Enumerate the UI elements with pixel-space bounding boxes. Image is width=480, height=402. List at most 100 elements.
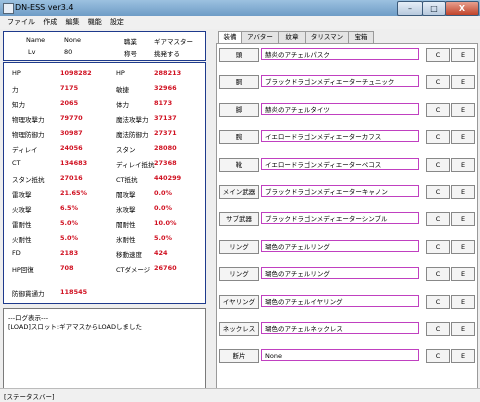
stat-value: 26760 (154, 264, 177, 272)
c-button[interactable]: C (426, 130, 450, 145)
item-field[interactable]: ブラックドラゴンメディエーターチュニック (261, 75, 419, 88)
slot-label: リング (219, 267, 259, 282)
tab-treasure[interactable]: 宝箱 (348, 31, 374, 43)
stat-label: 闇攻撃 (116, 191, 136, 199)
stat-value: 5.0% (60, 219, 79, 227)
stat-value: 424 (154, 249, 168, 257)
menu-function[interactable]: 機能 (85, 16, 105, 29)
pierce-label: 防御貫通力 (12, 290, 45, 298)
stat-label: 移動速度 (116, 251, 142, 259)
stat-label: 物理攻撃力 (12, 116, 45, 124)
stat-value: 440299 (154, 174, 182, 182)
profile-panel: Name None 職業 ギアマスター Lv 80 称号 挑発する (3, 31, 206, 61)
maximize-button[interactable]: □ (422, 1, 446, 16)
minimize-button[interactable]: – (397, 1, 423, 16)
stat-label: 雷攻撃 (12, 191, 32, 199)
menu-bar: ファイル 作成 編集 機能 設定 (0, 16, 480, 30)
stat-label: CTダメージ (116, 266, 151, 274)
item-field[interactable]: イエロードラゴンメディエーターカフス (261, 130, 419, 143)
stat-label: 闇耐性 (116, 221, 136, 229)
stat-label: 敏捷 (116, 86, 129, 94)
c-button[interactable]: C (426, 322, 450, 336)
close-button[interactable]: X (445, 1, 479, 16)
stat-label: 魔法攻撃力 (116, 116, 149, 124)
stat-value: 7175 (60, 84, 79, 92)
item-field[interactable]: None (261, 349, 419, 362)
e-button[interactable]: E (451, 157, 475, 172)
e-button[interactable]: E (451, 75, 475, 90)
stat-label: 知力 (12, 101, 25, 109)
e-button[interactable]: E (451, 267, 475, 282)
stat-value: 134683 (60, 159, 88, 167)
item-field[interactable]: 赫炎のアチェルタイツ (261, 102, 419, 115)
title-bar: DN-ESS ver3.4 – □ X (0, 0, 480, 16)
stat-value: 708 (60, 264, 74, 272)
stat-value: 24056 (60, 144, 83, 152)
title-value: 挑発する (154, 50, 180, 58)
slot-label: サブ武器 (219, 212, 259, 227)
c-button[interactable]: C (426, 212, 450, 227)
item-field[interactable]: 赫炎のアチェルパスク (261, 48, 419, 60)
menu-edit[interactable]: 編集 (62, 16, 82, 29)
status-text: [ステータスバー] (4, 393, 55, 401)
menu-create[interactable]: 作成 (40, 16, 60, 29)
item-field[interactable]: 瑚色のアチェルリング (261, 239, 419, 252)
stat-value: 30987 (60, 129, 83, 137)
tab-talisman[interactable]: タリスマン (305, 31, 349, 43)
c-button[interactable]: C (426, 267, 450, 282)
item-field[interactable]: ブラックドラゴンメディエーターキャノン (261, 185, 419, 197)
stat-value: 6.5% (60, 204, 79, 212)
stat-value: 5.0% (154, 234, 173, 242)
name-label: Name (26, 36, 46, 44)
menu-file[interactable]: ファイル (4, 16, 38, 29)
e-button[interactable]: E (451, 48, 475, 62)
slot-label: 脚 (219, 102, 259, 117)
slot-label: メイン武器 (219, 185, 259, 199)
tab-avatar[interactable]: アバター (241, 31, 279, 43)
c-button[interactable]: C (426, 185, 450, 199)
e-button[interactable]: E (451, 294, 475, 309)
level-label: Lv (28, 48, 36, 56)
item-field[interactable]: 瑚色のアチェルイヤリング (261, 294, 419, 307)
c-button[interactable]: C (426, 48, 450, 62)
stat-label: ディレイ抵抗 (116, 161, 155, 169)
e-button[interactable]: E (451, 185, 475, 199)
item-field[interactable]: イエロードラゴンメディエーターペコス (261, 157, 419, 170)
stat-value: 27368 (154, 159, 177, 167)
e-button[interactable]: E (451, 130, 475, 145)
log-panel[interactable]: ---ログ表示--- [LOAD]スロット:ギアマスからLOADしました (3, 308, 206, 390)
stat-value: 21.65% (60, 189, 88, 197)
e-button[interactable]: E (451, 102, 475, 117)
c-button[interactable]: C (426, 294, 450, 309)
item-field[interactable]: 瑚色のアチェルネックレス (261, 322, 419, 334)
c-button[interactable]: C (426, 239, 450, 254)
slot-label: 靴 (219, 157, 259, 172)
stat-value: 37137 (154, 114, 177, 122)
menu-settings[interactable]: 設定 (107, 16, 127, 29)
stat-label: 氷耐性 (116, 236, 136, 244)
stat-label: スタン (116, 146, 136, 154)
stat-label: 体力 (116, 101, 129, 109)
e-button[interactable]: E (451, 349, 475, 364)
log-line: [LOAD]スロット:ギアマスからLOADしました (8, 323, 142, 331)
c-button[interactable]: C (426, 157, 450, 172)
level-value: 80 (64, 48, 73, 56)
c-button[interactable]: C (426, 75, 450, 90)
tab-crest[interactable]: 紋章 (278, 31, 306, 43)
e-button[interactable]: E (451, 239, 475, 254)
stat-value: 1098282 (60, 69, 92, 77)
stats-panel: HP 1098282 HP 288213 力 7175 敏捷 32966 知力 2065 体力 817… (3, 62, 206, 304)
stat-value: 2183 (60, 249, 79, 257)
app-icon (3, 3, 14, 14)
c-button[interactable]: C (426, 102, 450, 117)
stat-value: 32966 (154, 84, 177, 92)
e-button[interactable]: E (451, 212, 475, 227)
c-button[interactable]: C (426, 349, 450, 364)
stat-value: 8173 (154, 99, 173, 107)
stat-label: HP (12, 69, 21, 77)
item-field[interactable]: ブラックドラゴンメディエーターシンブル (261, 212, 419, 225)
job-value: ギアマスター (154, 38, 193, 46)
e-button[interactable]: E (451, 322, 475, 336)
stat-label: 物理防御力 (12, 131, 45, 139)
item-field[interactable]: 瑚色のアチェルリング (261, 267, 419, 280)
